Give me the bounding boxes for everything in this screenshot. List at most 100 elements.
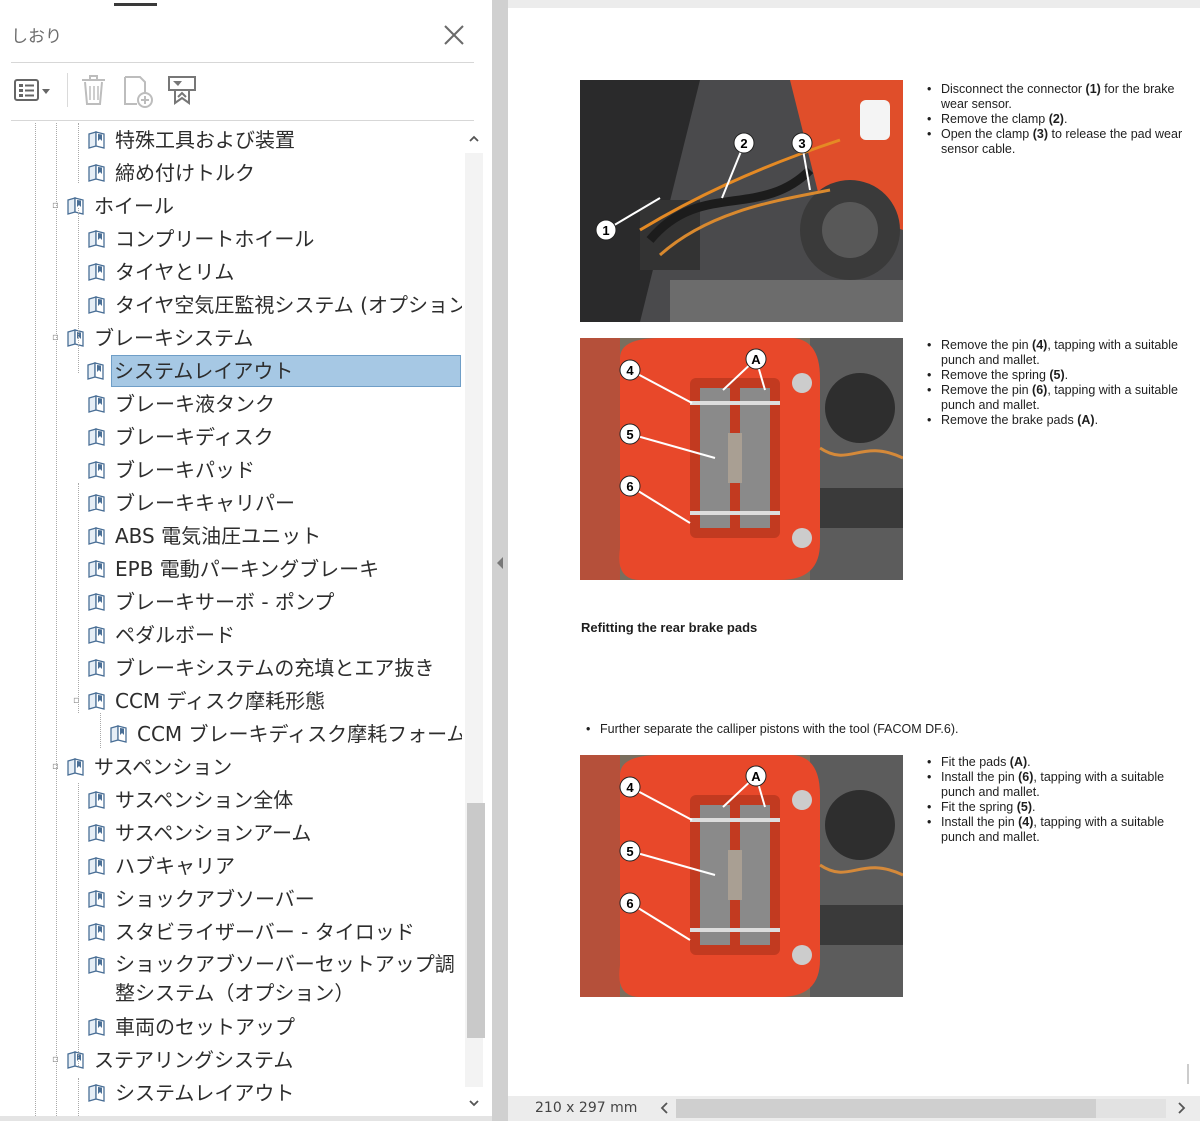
collapse-panel-button[interactable] xyxy=(495,555,505,569)
bookmark-item[interactable]: ショックアブソーバー xyxy=(88,884,317,914)
bookmark-label: ブレーキディスク xyxy=(115,425,274,449)
bookmark-icon xyxy=(88,956,105,974)
scroll-right-button[interactable] xyxy=(1172,1099,1190,1117)
bookmark-icon xyxy=(67,197,84,215)
instruction-text: . xyxy=(1094,413,1099,427)
expand-bookmark-button[interactable] xyxy=(164,72,202,110)
options-button[interactable] xyxy=(12,72,56,110)
reference-label: (4) xyxy=(1018,815,1034,829)
panel-bottom-border xyxy=(0,1116,492,1121)
instruction-text: Further separate the calliper pistons wi… xyxy=(600,722,959,736)
bookmark-icon xyxy=(67,329,84,347)
close-panel-button[interactable] xyxy=(440,21,468,49)
bookmark-icon xyxy=(88,230,105,248)
add-bookmark-button[interactable] xyxy=(120,72,156,110)
callout-label: 4 xyxy=(626,363,634,378)
bookmark-item[interactable]: EPB 電動パーキングブレーキ xyxy=(88,554,381,584)
bookmark-item[interactable]: CCM ディスク摩耗形態 xyxy=(88,686,327,716)
scrollbar-track[interactable] xyxy=(465,153,485,1087)
bookmark-label: タイヤとリム xyxy=(115,260,235,284)
photo-connector: 1 2 3 xyxy=(580,80,903,322)
bookmark-item[interactable]: タイヤとリム xyxy=(88,257,236,287)
reference-label: (A) xyxy=(1077,413,1095,427)
instruction-text: Fit the pads xyxy=(941,755,1010,769)
bookmark-item[interactable]: ブレーキシステム xyxy=(67,323,255,353)
bookmark-item[interactable]: システムレイアウト xyxy=(87,355,461,387)
bookmark-label: サスペンション全体 xyxy=(115,788,294,812)
bookmark-item[interactable]: サスペンション全体 xyxy=(88,785,295,815)
bookmark-item[interactable]: システムレイアウト xyxy=(88,1078,296,1108)
connector-photo-image: 1 2 3 xyxy=(580,80,903,322)
bookmark-label: ブレーキ液タンク xyxy=(115,392,275,416)
bookmark-item[interactable]: 締め付けトルク xyxy=(88,158,257,188)
bookmark-label: タイヤ空気圧監視システム (オプション) xyxy=(115,293,462,317)
bookmark-item[interactable]: タイヤ空気圧監視システム (オプション) xyxy=(88,290,462,320)
bookmark-label: 締め付けトルク xyxy=(115,161,255,185)
instruction-item: Open the clamp (3) to release the pad we… xyxy=(922,127,1200,157)
bookmark-item[interactable]: スタビライザーバー - タイロッド xyxy=(88,917,417,947)
panel-splitter[interactable] xyxy=(492,0,508,1121)
bookmark-item[interactable]: 車両のセットアップ xyxy=(88,1012,297,1042)
expand-bookmark-icon xyxy=(168,76,196,105)
bookmark-item[interactable]: サスペンションアーム xyxy=(88,818,313,848)
horizontal-scrollbar-thumb[interactable] xyxy=(676,1099,1096,1118)
bookmark-label: ホイール xyxy=(94,194,174,218)
bookmark-item[interactable]: ABS 電気油圧ユニット xyxy=(88,521,323,551)
bookmark-item[interactable]: ブレーキパッド xyxy=(88,455,257,485)
instructions-block-3: Further separate the calliper pistons wi… xyxy=(581,722,958,737)
bookmark-item[interactable]: ブレーキ液タンク xyxy=(88,389,277,419)
instruction-item: Fit the pads (A). xyxy=(922,755,1200,770)
instruction-item: Fit the spring (5). xyxy=(922,800,1200,815)
bookmark-item[interactable]: ホイール xyxy=(67,191,176,221)
callout-label: 5 xyxy=(626,427,633,442)
bookmark-item[interactable]: ショックアブソーバーセットアップ調整システム（オプション） xyxy=(88,950,462,1008)
bookmark-item[interactable]: ブレーキサーボ - ポンプ xyxy=(88,587,336,617)
page-edge-mark xyxy=(1187,1064,1189,1084)
bookmark-icon xyxy=(88,131,105,149)
scroll-up-button[interactable] xyxy=(467,131,481,145)
bookmark-label: ブレーキシステム xyxy=(94,326,254,350)
bookmark-item[interactable]: サスペンション xyxy=(67,752,234,782)
bookmark-tree: 特殊工具および装置 締め付けトルク ホイール ▫ コンプリートホイール タイヤとリム タイヤ… xyxy=(0,123,462,1116)
bookmark-label: 車両のセットアップ xyxy=(115,1015,295,1039)
instruction-text: Remove the clamp xyxy=(941,112,1049,126)
bookmark-label: サスペンション xyxy=(94,755,233,779)
bookmark-icon xyxy=(88,1018,105,1036)
bookmark-icon xyxy=(88,791,105,809)
horizontal-scrollbar-track[interactable] xyxy=(676,1099,1166,1118)
bookmark-label: コンプリートホイール xyxy=(115,227,315,251)
callout-label: 6 xyxy=(626,479,633,494)
bookmark-label: システムレイアウト xyxy=(114,359,294,383)
instruction-text: . xyxy=(1032,800,1036,814)
caliper-photo-image: A 4 5 6 xyxy=(580,755,903,997)
bookmark-icon xyxy=(88,164,105,182)
bookmark-item[interactable]: ハブキャリア xyxy=(88,851,237,881)
bookmark-item[interactable]: CCM ブレーキディスク摩耗フォーム xyxy=(110,719,462,749)
bookmark-item[interactable]: ブレーキシステムの充填とエア抜き xyxy=(88,653,436,683)
bookmark-scrollbar[interactable] xyxy=(463,123,485,1116)
bookmark-item[interactable]: 特殊工具および装置 xyxy=(88,125,297,155)
scrollbar-thumb[interactable] xyxy=(467,803,485,1038)
bookmark-label: CCM ブレーキディスク摩耗フォーム xyxy=(137,722,462,746)
bookmark-icon xyxy=(88,527,105,545)
delete-bookmark-button[interactable] xyxy=(78,72,110,110)
bookmark-label: ステアリングシステム xyxy=(94,1048,294,1072)
instruction-item: Remove the brake pads (A). xyxy=(922,413,1200,428)
bookmark-item[interactable]: ブレーキキャリパー xyxy=(88,488,297,518)
scroll-down-button[interactable] xyxy=(467,1095,481,1109)
scroll-left-button[interactable] xyxy=(656,1099,674,1117)
instruction-item: Remove the pin (6), tapping with a suita… xyxy=(922,383,1200,413)
reference-label: (1) xyxy=(1085,82,1101,96)
bookmark-icon xyxy=(88,263,105,281)
caliper-photo-image: A 4 5 6 xyxy=(580,338,903,580)
divider xyxy=(11,62,474,63)
bookmark-item[interactable]: コンプリートホイール xyxy=(88,224,316,254)
bookmark-item[interactable]: ステアリングシステム xyxy=(67,1045,295,1075)
tree-guide-line xyxy=(78,1078,79,1116)
bookmark-label: ブレーキサーボ - ポンプ xyxy=(115,590,335,614)
callout-label: 1 xyxy=(602,223,609,238)
bookmark-icon xyxy=(87,362,104,380)
document-page[interactable]: 1 2 3 Disconnect the connector (1) for t… xyxy=(508,8,1200,1096)
bookmark-item[interactable]: ペダルボード xyxy=(88,620,237,650)
bookmark-item[interactable]: ブレーキディスク xyxy=(88,422,276,452)
